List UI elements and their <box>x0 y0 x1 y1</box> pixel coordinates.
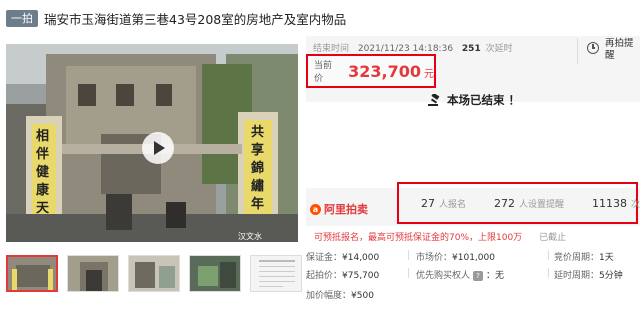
end-time-row: 结束时间 2021/11/23 14:18:36 251 次延时 <box>313 41 513 54</box>
stat-registered: 27 人报名 <box>421 197 466 210</box>
aliauction-logo-icon: a <box>310 203 321 215</box>
increment-row: 加价幅度：¥500 <box>306 288 374 301</box>
bid-period-label: 竞价周期： <box>554 253 600 263</box>
auction-ended-message: 本场已结束 ！ <box>428 92 520 108</box>
stats-box: 27 人报名 272 人设置提醒 11138 次围观 <box>397 182 640 224</box>
thumbnail-3[interactable] <box>128 255 180 292</box>
round-tag: 一拍 <box>6 9 38 27</box>
play-icon <box>154 141 165 155</box>
detail-divider <box>548 268 549 278</box>
deposit-label: 保证金： <box>306 253 343 263</box>
priority-label: 优先购买权人 <box>416 271 471 281</box>
right-banner-text: 共享錦繡年 <box>251 125 265 212</box>
watermark: 汉文水 <box>238 232 262 241</box>
start-price-label: 起拍价： <box>306 271 343 281</box>
increment-value: ¥500 <box>351 291 374 301</box>
remind-label: 再拍提醒 <box>605 38 634 61</box>
thumbnail-1[interactable] <box>6 255 58 292</box>
current-price-value: 323,700 <box>348 61 421 81</box>
thumbnail-2[interactable] <box>67 255 119 292</box>
ended-text: 本场已结束 ！ <box>447 93 521 107</box>
clock-icon <box>587 42 599 54</box>
notice-closed: 已截止 <box>539 233 567 243</box>
reminders-count: 272 <box>494 196 516 210</box>
delay-period-row: 延时周期：5分钟 <box>554 268 623 281</box>
start-price-row: 起拍价：¥75,700 <box>306 268 379 281</box>
thumbnail-strip <box>6 255 302 292</box>
bid-period-value: 1天 <box>599 253 614 263</box>
current-price-label: 当前价 <box>314 61 333 84</box>
increment-label: 加价幅度： <box>306 291 352 301</box>
market-price-label: 市场价： <box>416 253 453 263</box>
priority-value: ：无 <box>486 271 505 281</box>
aliauction-logo[interactable]: a 阿里拍卖 <box>310 201 368 217</box>
priority-row: 优先购买权人? ：无 <box>416 268 504 281</box>
left-banner-text: 相伴健康天 <box>36 129 50 216</box>
market-price-value: ¥101,000 <box>452 253 495 263</box>
delay-period-label: 延时周期： <box>554 271 600 281</box>
notice-text: 可预抵报名，最高可预抵保证金的70%，上限100万 <box>314 233 523 243</box>
delay-count: 251 <box>461 44 481 54</box>
deposit-notice: 可预抵报名，最高可预抵保证金的70%，上限100万 已截止 <box>314 230 566 243</box>
views-label: 次围观 <box>631 199 640 210</box>
gavel-icon <box>428 94 440 106</box>
end-time-value: 2021/11/23 14:18:36 <box>357 44 454 54</box>
reminders-label: 人设置提醒 <box>519 199 565 210</box>
play-button[interactable] <box>142 132 174 164</box>
deposit-row: 保证金：¥14,000 <box>306 250 379 263</box>
registered-count: 27 <box>421 196 435 210</box>
page-title: 瑞安市玉海街道第三巷43号208室的房地产及室内物品 <box>44 11 347 27</box>
market-price-row: 市场价：¥101,000 <box>416 250 495 263</box>
start-price-value: ¥75,700 <box>342 271 380 281</box>
delay-label: 次延时 <box>485 44 513 54</box>
main-photo[interactable]: 相伴健康天 共享錦繡年 汉文水 <box>6 44 298 242</box>
bid-period-row: 竞价周期：1天 <box>554 250 614 263</box>
help-icon[interactable]: ? <box>473 270 484 281</box>
deposit-value: ¥14,000 <box>342 253 380 263</box>
registered-label: 人报名 <box>439 199 467 210</box>
thumbnail-4[interactable] <box>189 255 241 292</box>
detail-divider <box>548 250 549 260</box>
end-time-label: 结束时间 <box>313 44 350 54</box>
delay-period-value: 5分钟 <box>599 271 623 281</box>
stat-views: 11138 次围观 <box>592 197 640 210</box>
title-bar: 一拍 瑞安市玉海街道第三巷43号208室的房地产及室内物品 <box>6 9 346 27</box>
views-count: 11138 <box>592 196 628 210</box>
detail-divider <box>408 250 409 260</box>
current-price-box: 当前价 323,700 元 <box>306 54 436 88</box>
aliauction-logo-text: 阿里拍卖 <box>324 203 368 216</box>
detail-divider <box>408 268 409 278</box>
currency-unit: 元 <box>424 69 434 80</box>
remind-divider <box>577 38 578 64</box>
thumbnail-5[interactable] <box>250 255 302 292</box>
stat-reminders: 272 人设置提醒 <box>494 197 564 210</box>
